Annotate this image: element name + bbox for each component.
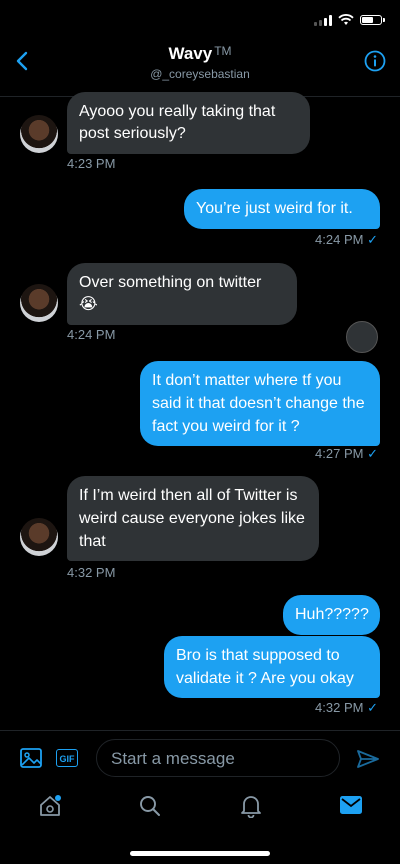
avatar[interactable] [20, 115, 58, 153]
avatar[interactable] [20, 518, 58, 556]
image-icon[interactable] [20, 748, 42, 768]
message-timestamp: 4:27 PM ✓ [315, 446, 378, 462]
timestamp-text: 4:32 PM [315, 700, 364, 715]
sent-check-icon: ✓ [367, 446, 378, 461]
conversation-title[interactable]: Wavy TM @_coreysebastian [0, 44, 400, 81]
status-bar [314, 14, 385, 26]
notifications-bell-icon[interactable] [240, 794, 262, 818]
info-icon[interactable] [364, 50, 386, 72]
compose-bar: GIF Start a message [0, 730, 400, 781]
message-input[interactable]: Start a message [96, 739, 340, 777]
avatar[interactable] [20, 284, 58, 322]
message-timestamp: 4:23 PM [67, 156, 116, 171]
message-timestamp: 4:32 PM ✓ [315, 700, 378, 716]
tab-bar [0, 788, 400, 832]
incoming-message[interactable]: Over something on twitter 😭 [67, 263, 297, 325]
contact-name: Wavy [168, 44, 213, 63]
gif-button[interactable]: GIF [56, 749, 78, 767]
message-timestamp: 4:24 PM ✓ [315, 232, 378, 248]
message-text: If I’m weird then all of Twitter is weir… [79, 487, 305, 550]
sent-check-icon: ✓ [367, 232, 378, 247]
conversation-header: Wavy TM @_coreysebastian [0, 40, 400, 97]
message-text: It don’t matter where tf you said it tha… [152, 372, 365, 435]
message-text: Bro is that supposed to validate it ? Ar… [176, 647, 354, 687]
message-timestamp: 4:32 PM [67, 565, 116, 580]
message-text: Over something on twitter [79, 274, 262, 291]
message-text: Huh????? [295, 606, 369, 623]
home-icon[interactable] [38, 794, 62, 818]
message-timestamp: 4:24 PM [67, 327, 116, 342]
outgoing-message[interactable]: Huh????? [283, 595, 380, 635]
incoming-message[interactable]: Ayooo you really taking that post seriou… [67, 92, 310, 154]
wifi-icon [338, 14, 354, 25]
home-indicator [130, 851, 270, 856]
signal-icon [314, 14, 332, 26]
scroll-indicator[interactable] [346, 321, 378, 353]
incoming-message[interactable]: If I’m weird then all of Twitter is weir… [67, 476, 319, 561]
crying-emoji: 😭 [79, 296, 98, 313]
outgoing-message[interactable]: You’re just weird for it. [184, 189, 380, 229]
sent-check-icon: ✓ [367, 700, 378, 715]
timestamp-text: 4:24 PM [315, 232, 364, 247]
outgoing-message[interactable]: It don’t matter where tf you said it tha… [140, 361, 380, 446]
contact-name-tm: TM [214, 44, 232, 58]
messages-envelope-icon[interactable] [340, 796, 362, 814]
send-icon[interactable] [356, 749, 380, 769]
outgoing-message[interactable]: Bro is that supposed to validate it ? Ar… [164, 636, 380, 698]
contact-handle: @_coreysebastian [150, 67, 250, 81]
search-icon[interactable] [139, 795, 161, 817]
message-text: Ayooo you really taking that post seriou… [79, 103, 276, 142]
timestamp-text: 4:27 PM [315, 446, 364, 461]
battery-icon [360, 15, 385, 25]
message-text: You’re just weird for it. [196, 200, 353, 217]
